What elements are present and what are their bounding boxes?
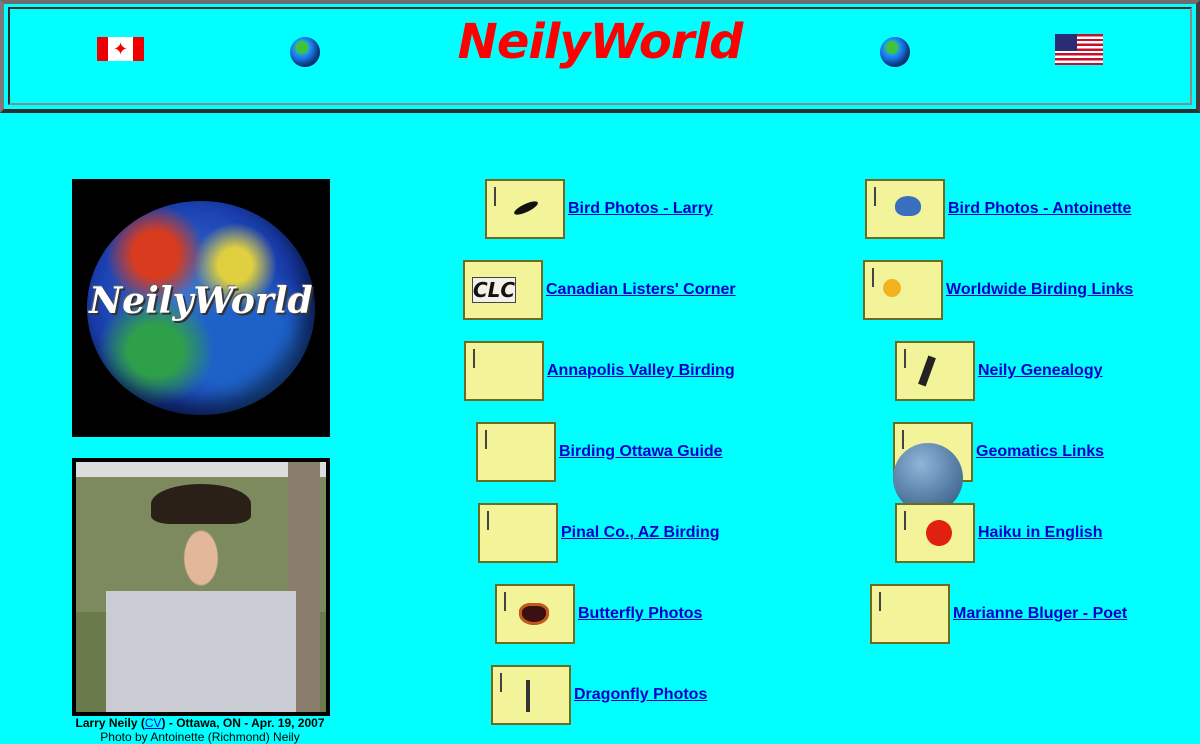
desert-rock-photo-icon	[478, 503, 558, 563]
link-haiku-in-english[interactable]: Haiku in English	[895, 503, 1102, 563]
japan-flag-icon	[895, 503, 975, 563]
site-title: NeilyWorld	[457, 14, 744, 70]
link-bird-photos-larry[interactable]: Bird Photos - Larry	[485, 179, 713, 239]
link-label: Neily Genealogy	[978, 362, 1103, 379]
earth-space-photo-icon	[893, 422, 973, 482]
ottawa-photo-icon	[476, 422, 556, 482]
caption-name: Larry Neily	[75, 716, 138, 730]
link-label: Marianne Bluger - Poet	[953, 605, 1128, 622]
dragonfly-photo-icon	[491, 665, 571, 725]
link-label: Birding Ottawa Guide	[559, 443, 723, 460]
link-worldwide-birding-links[interactable]: Worldwide Birding Links	[863, 260, 1133, 320]
link-label: Haiku in English	[978, 524, 1103, 541]
link-butterfly-photos[interactable]: Butterfly Photos	[495, 584, 702, 644]
genealogy-icon	[895, 341, 975, 401]
link-geomatics-links[interactable]: Geomatics Links	[893, 422, 1104, 482]
link-label: Annapolis Valley Birding	[547, 362, 735, 379]
poet-portrait-icon	[870, 584, 950, 644]
link-pinal-co-az-birding[interactable]: Pinal Co., AZ Birding	[478, 503, 720, 563]
neilyworld-logo: NeilyWorld	[72, 179, 330, 437]
caption-place-date: - Ottawa, ON - Apr. 19, 2007	[165, 716, 325, 730]
bluejay-photo-icon	[865, 179, 945, 239]
link-label: Butterfly Photos	[578, 605, 703, 622]
sun-birds-icon	[863, 260, 943, 320]
clc-logo-icon: CLC	[463, 260, 543, 320]
link-neily-genealogy[interactable]: Neily Genealogy	[895, 341, 1103, 401]
link-label: Canadian Listers' Corner	[546, 281, 736, 298]
link-label: Bird Photos - Antoinette	[948, 200, 1132, 217]
link-annapolis-valley-birding[interactable]: Annapolis Valley Birding	[464, 341, 735, 401]
link-label: Dragonfly Photos	[574, 686, 708, 703]
caption-credit: Photo by Antoinette (Richmond) Neily	[100, 730, 300, 744]
link-dragonfly-photos[interactable]: Dragonfly Photos	[491, 665, 707, 725]
portrait-photo	[76, 462, 326, 712]
portrait-photo-frame	[72, 458, 330, 716]
link-label: Worldwide Birding Links	[946, 281, 1134, 298]
link-marianne-bluger-poet[interactable]: Marianne Bluger - Poet	[870, 584, 1127, 644]
link-label: Pinal Co., AZ Birding	[561, 524, 720, 541]
link-canadian-listers-corner[interactable]: CLC Canadian Listers' Corner	[463, 260, 736, 320]
river-photo-icon	[464, 341, 544, 401]
link-birding-ottawa-guide[interactable]: Birding Ottawa Guide	[476, 422, 723, 482]
link-bird-photos-antoinette[interactable]: Bird Photos - Antoinette	[865, 179, 1131, 239]
logo-text: NeilyWorld	[89, 280, 313, 322]
bird-photo-icon	[485, 179, 565, 239]
usa-flag-icon	[1055, 34, 1103, 65]
link-label: Bird Photos - Larry	[568, 200, 713, 217]
globe-icon-right	[880, 37, 910, 67]
cv-link[interactable]: CV	[145, 716, 162, 730]
link-label: Geomatics Links	[976, 443, 1105, 460]
butterfly-photo-icon	[495, 584, 575, 644]
